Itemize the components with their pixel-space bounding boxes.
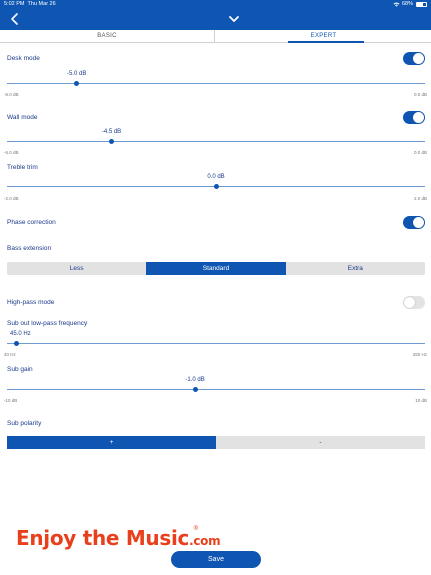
toggle-knob bbox=[413, 112, 424, 123]
treble-trim-slider[interactable]: 0.0 dB bbox=[7, 174, 425, 189]
wall-mode-label: Wall mode bbox=[7, 114, 38, 121]
wall-mode-min: -6.0 dB bbox=[4, 150, 19, 155]
sub-gain-slider[interactable]: -1.0 dB bbox=[7, 377, 425, 392]
wall-mode-max: 0.0 dB bbox=[413, 150, 427, 155]
wall-mode-toggle[interactable] bbox=[403, 111, 425, 124]
save-button[interactable]: Save bbox=[171, 551, 261, 568]
bass-extension-label: Bass extension bbox=[7, 245, 52, 252]
sub-gain-max: 10 dB bbox=[415, 398, 427, 403]
sub-polarity-label: Sub polarity bbox=[7, 420, 42, 427]
desk-mode-label: Desk mode bbox=[7, 55, 40, 62]
phase-correction-toggle[interactable] bbox=[403, 216, 425, 229]
treble-trim-slider-thumb[interactable] bbox=[213, 184, 219, 189]
tab-expert-label: EXPERT bbox=[310, 33, 337, 39]
watermark-registered-mark: ® bbox=[193, 526, 198, 532]
high-pass-mode-label: High-pass mode bbox=[7, 299, 55, 306]
desk-mode-max: 0.0 dB bbox=[413, 92, 427, 97]
treble-trim-value: 0.0 dB bbox=[207, 174, 225, 180]
chevron-down-icon[interactable] bbox=[228, 14, 240, 24]
sub-lowpass-max: 250 Hz bbox=[412, 352, 427, 357]
status-bar: 5:02 PM Thu Mar 26 68% bbox=[0, 0, 431, 9]
sub-gain-value: -1.0 dB bbox=[185, 377, 205, 383]
battery-icon bbox=[416, 2, 427, 7]
toggle-knob bbox=[413, 217, 424, 228]
top-navbar bbox=[0, 9, 431, 30]
sub-gain-min: -10 dB bbox=[4, 398, 18, 403]
tab-basic[interactable]: BASIC bbox=[0, 30, 215, 42]
bass-extension-segmented-control: Less Standard Extra bbox=[7, 262, 425, 275]
sub-lowpass-value: 45.0 Hz bbox=[10, 331, 31, 337]
wall-mode-value: -4.5 dB bbox=[101, 129, 122, 135]
sub-gain-label: Sub gain bbox=[7, 366, 33, 373]
sub-lowpass-slider-thumb[interactable] bbox=[14, 341, 20, 346]
desk-mode-slider-thumb[interactable] bbox=[74, 81, 80, 86]
phase-correction-label: Phase correction bbox=[7, 219, 56, 226]
desk-mode-value: -5.0 dB bbox=[66, 71, 87, 77]
bass-extension-option-extra[interactable]: Extra bbox=[286, 262, 425, 275]
treble-trim-max: 2.0 dB bbox=[413, 196, 427, 201]
mode-tabs: BASIC EXPERT bbox=[0, 30, 431, 43]
sub-polarity-segmented-control: + - bbox=[7, 436, 425, 449]
sub-gain-slider-thumb[interactable] bbox=[192, 387, 198, 392]
chevron-left-icon[interactable] bbox=[8, 12, 22, 26]
wifi-icon bbox=[393, 2, 400, 7]
treble-trim-min: -2.0 dB bbox=[4, 196, 19, 201]
toggle-knob bbox=[413, 53, 424, 64]
sub-lowpass-label: Sub out low-pass frequency bbox=[7, 320, 88, 327]
watermark-text: Enjoy the Music.com bbox=[16, 526, 221, 550]
wall-mode-slider-thumb[interactable] bbox=[109, 139, 114, 144]
toggle-knob bbox=[404, 297, 415, 308]
enjoy-the-music-watermark: Enjoy the Music.com ® bbox=[16, 526, 221, 552]
bass-extension-option-less[interactable]: Less bbox=[7, 262, 146, 275]
sub-lowpass-slider[interactable]: 45.0 Hz bbox=[7, 331, 425, 346]
tab-expert[interactable]: EXPERT bbox=[216, 30, 431, 43]
bass-extension-option-standard[interactable]: Standard bbox=[146, 262, 286, 275]
wall-mode-slider[interactable]: -4.5 dB bbox=[7, 129, 425, 144]
sub-polarity-option-plus[interactable]: + bbox=[7, 436, 216, 449]
sub-polarity-option-minus[interactable]: - bbox=[216, 436, 425, 449]
treble-trim-label: Treble trim bbox=[7, 164, 38, 171]
battery-percent: 68% bbox=[401, 1, 413, 7]
high-pass-mode-toggle[interactable] bbox=[403, 296, 425, 309]
desk-mode-toggle[interactable] bbox=[403, 52, 425, 65]
status-time-date: 5:02 PM Thu Mar 26 bbox=[4, 1, 56, 7]
status-right: 68% bbox=[393, 0, 427, 9]
tab-selected-indicator bbox=[288, 41, 364, 43]
desk-mode-slider[interactable]: -5.0 dB bbox=[7, 71, 425, 86]
desk-mode-min: -6.0 dB bbox=[4, 92, 19, 97]
sub-lowpass-min: 40 Hz bbox=[4, 352, 16, 357]
